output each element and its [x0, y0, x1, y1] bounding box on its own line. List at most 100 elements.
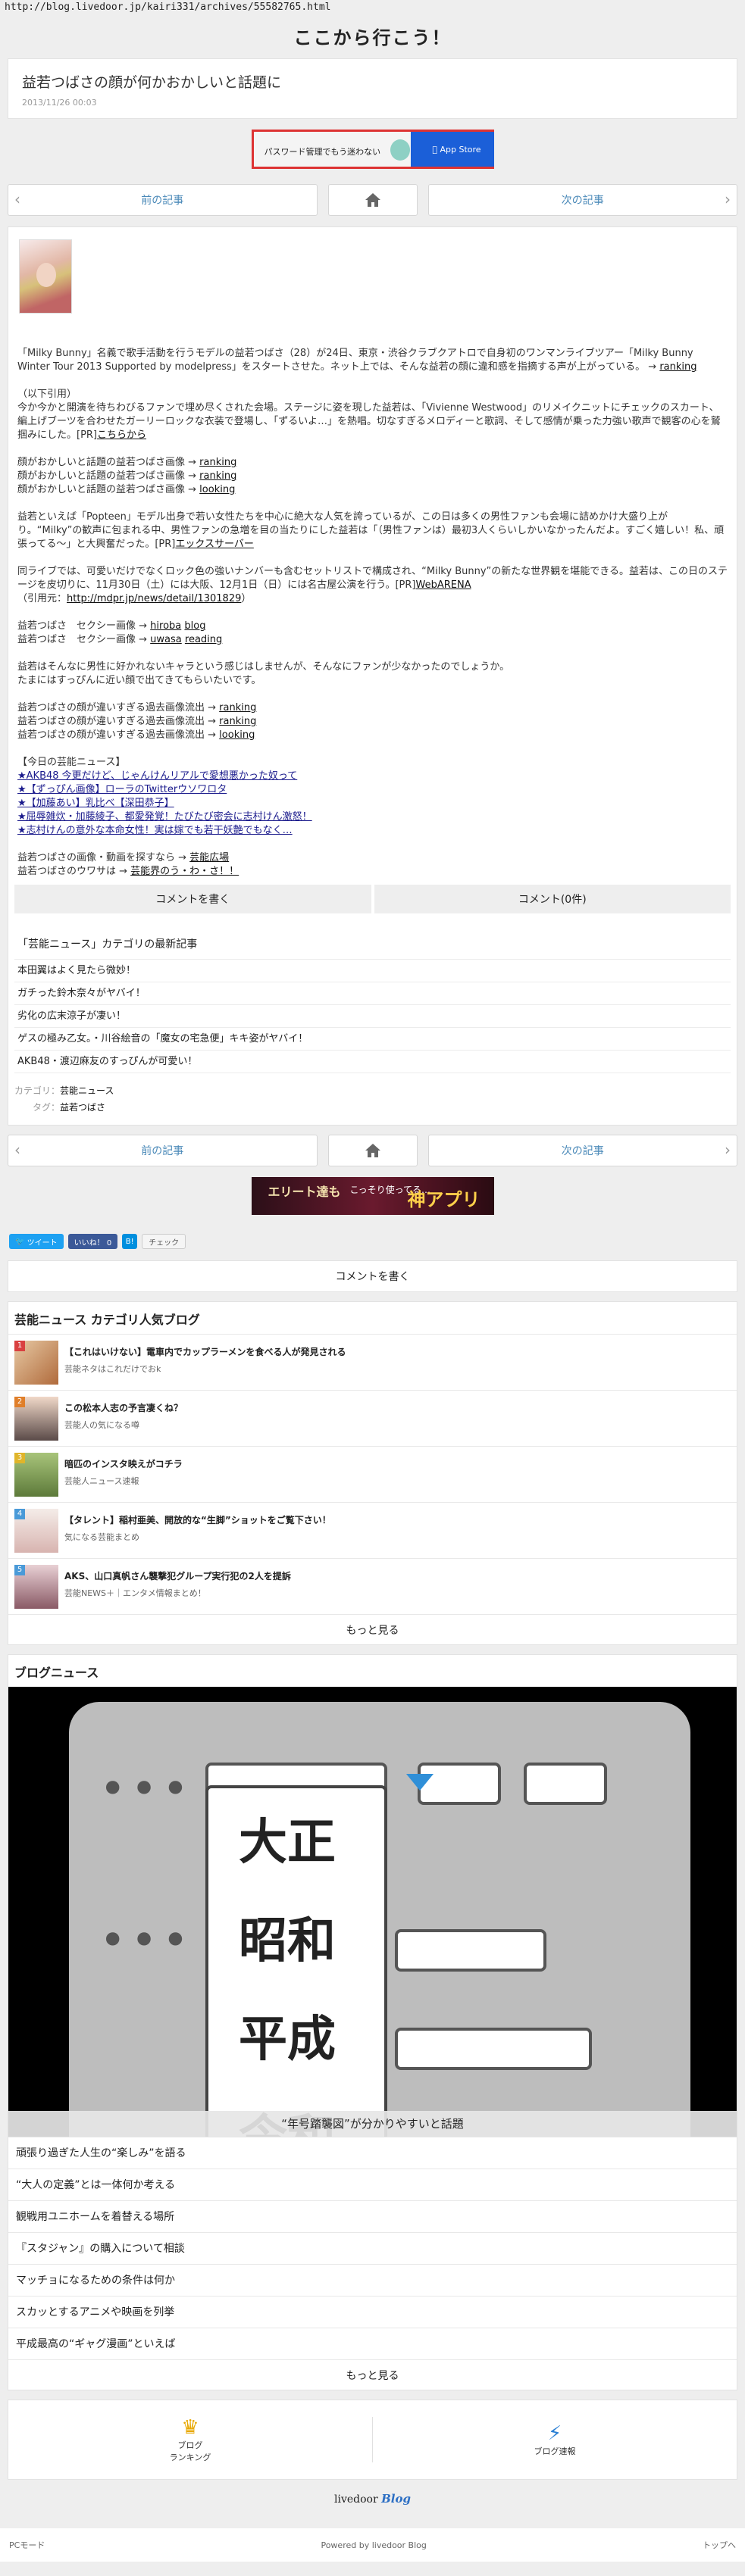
paragraph-intro: 「Milky Bunny」名義で歌手活動を行うモデルの益若つばさ（28）が24日…	[17, 348, 697, 373]
list-item[interactable]: 1 【これはいけない】電車内でカップラーメンを食べる人が発見される 芸能ネタはこ…	[8, 1334, 737, 1390]
tag-row: タグ：益若つばさ	[14, 1099, 731, 1116]
list-item-title: 【これはいけない】電車内でカップラーメンを食べる人が発見される	[64, 1347, 346, 1357]
home-button[interactable]	[327, 1135, 418, 1166]
ranking-link[interactable]: ranking	[219, 716, 256, 727]
uwasa-link[interactable]: uwasa	[150, 634, 182, 645]
list-item[interactable]: 2 この松本人志の予言凄くね？ 芸能人の気になる噂	[8, 1390, 737, 1446]
ad-banner-top[interactable]: パスワード管理でもう迷わない  App Store	[0, 130, 745, 176]
list-item-source: 芸能ネタはこれだけでおk	[64, 1364, 161, 1374]
link-list-3: 益若つばさの顔が違いすぎる過去画像流出 → ranking 益若つばさの顔が違い…	[17, 701, 728, 742]
list-item[interactable]: 『スタジャン』の購入について相談	[8, 2232, 737, 2264]
uwasa-site-link[interactable]: 芸能界のう・わ・さ！！	[130, 866, 239, 877]
next-article-button[interactable]: 次の記事 ›	[427, 184, 737, 216]
text: 益若つばさの顔が違いすぎる過去画像流出 →	[17, 729, 217, 741]
list-item[interactable]: “大人の定義”とは一体何か考える	[8, 2169, 737, 2200]
bottom-bar: PCモード Powered by livedoor Blog トップへ	[0, 2528, 745, 2562]
tag-link[interactable]: 益若つばさ	[60, 1102, 105, 1113]
list-item[interactable]: スカッとするアニメや映画を列挙	[8, 2296, 737, 2328]
next-article-button[interactable]: 次の記事 ›	[427, 1135, 737, 1166]
link-list-2: 益若つばさ セクシー画像 → hiroba blog 益若つばさ セクシー画像 …	[17, 620, 728, 647]
back-to-top-link[interactable]: トップへ	[703, 2539, 736, 2551]
ad-banner-password[interactable]: パスワード管理でもう迷わない  App Store	[251, 130, 494, 169]
paragraph-quote: （以下引用） 今か今かと開演を待ちわびるファンで埋め尽くされた会場。ステージに姿を…	[17, 388, 728, 442]
home-button[interactable]	[327, 184, 418, 216]
source-link[interactable]: http://mdpr.jp/news/detail/1301829	[67, 593, 241, 604]
see-more-button[interactable]: もっと見る	[8, 1614, 737, 1644]
blog-breaking-link[interactable]: ⚡ ブログ速報	[373, 2422, 737, 2457]
category-link[interactable]: 芸能ニュース	[60, 1085, 114, 1096]
today-news-link[interactable]: ★志村けんの意外な本命女性！実は嫁でも若干妖艶でもなく…	[17, 825, 293, 836]
text: 「Milky Bunny」名義で歌手活動を行うモデルの益若つばさ（28）が24日…	[17, 348, 693, 373]
reading-link[interactable]: reading	[185, 634, 222, 645]
text: 顔がおかしいと話題の益若つばさ画像 →	[17, 484, 197, 495]
blog-news-hero[interactable]: ••• ••• 大正 昭和 平成 令和 “年号踏襲図”が分かりやすいと話題	[8, 1687, 737, 2137]
list-item-source: 芸能人ニュース速報	[64, 1476, 139, 1486]
list-item[interactable]: 4 【タレント】稲村亜美、開放的な“生脚”ショットをご覧下さい！ 気になる芸能ま…	[8, 1502, 737, 1558]
chevron-left-icon: ‹	[14, 190, 20, 208]
paragraph-popteen: 益若といえば「Popteen」モデル出身で若い女性たちを中心に絶大な人気を誇って…	[17, 511, 728, 551]
list-item[interactable]: 3 暗匹のインスタ映えがコチラ 芸能人ニュース速報	[8, 1446, 737, 1502]
ad-banner-bottom[interactable]: エリート達も こっそり使ってる… 神アプリ	[0, 1177, 745, 1224]
write-comment-button[interactable]: コメントを書く	[14, 885, 371, 913]
ranking-link[interactable]: ranking	[219, 702, 256, 713]
list-item[interactable]: マッチョになるための条件は何か	[8, 2264, 737, 2296]
see-more-button[interactable]: もっと見る	[8, 2359, 737, 2390]
today-news-link[interactable]: ★【ずっぴん画像】ローラのTwitterウソワロタ	[17, 784, 227, 795]
article-thumbnail[interactable]	[19, 239, 72, 314]
era-label: 平成	[239, 2011, 336, 2068]
chevron-right-icon: ›	[725, 190, 731, 208]
today-news-link[interactable]: ★屈辱雑炊・加藤綾子、都愛発覚！たびたび密会に志村けん激怒！	[17, 811, 312, 823]
text: 益若はそんなに男性に好かれないキャラという感じはしませんが、そんなにファンが少な…	[17, 661, 510, 673]
prev-article-button[interactable]: ‹ 前の記事	[8, 184, 318, 216]
list-item-title: この松本人志の予言凄くね？	[64, 1403, 183, 1413]
geinou-hiroba-link[interactable]: 芸能広場	[189, 852, 229, 863]
hero-caption: “年号踏襲図”が分かりやすいと話題	[8, 2111, 737, 2137]
comment-count-button[interactable]: コメント(0件)	[374, 885, 731, 913]
list-item[interactable]: 本田翼はよく見たら微妙！	[14, 960, 731, 982]
blog-link[interactable]: blog	[184, 620, 205, 632]
list-item[interactable]: 頑張り過ぎた人生の“楽しみ”を語る	[8, 2137, 737, 2169]
hero-illustration: ••• ••• 大正 昭和 平成 令和	[69, 1702, 690, 2137]
ranking-link[interactable]: ranking	[659, 361, 696, 373]
livedoor-blog-logo[interactable]: livedoor Blog	[0, 2492, 745, 2522]
list-item[interactable]: 劣化の広末涼子が凄い！	[14, 1005, 731, 1028]
list-item[interactable]: AKB48・渡辺麻友のすっぴんが可愛い！	[14, 1051, 731, 1073]
ad-banner-app[interactable]: エリート達も こっそり使ってる… 神アプリ	[251, 1177, 494, 1215]
list-item[interactable]: ガチった鈴木奈々がヤバイ！	[14, 982, 731, 1005]
pc-mode-link[interactable]: PCモード	[9, 2539, 45, 2551]
hatena-bookmark-button[interactable]: B!	[122, 1234, 138, 1249]
pr-link[interactable]: WebARENA	[415, 579, 471, 591]
site-title[interactable]: ここから行こう！	[0, 17, 745, 58]
today-news-link[interactable]: ★AKB48 今更だけど、じゃんけんリアルで愛想悪かった奴って	[17, 770, 297, 782]
ranking-link[interactable]: ranking	[199, 470, 236, 482]
rank-badge: 1	[14, 1341, 25, 1351]
blog-ranking-link[interactable]: ♛ ブログ ランキング	[8, 2416, 372, 2463]
ad-text: パスワード管理でもう迷わない	[264, 147, 381, 157]
footer-nav: ♛ ブログ ランキング ⚡ ブログ速報	[8, 2400, 737, 2480]
article-header: 益若つばさの顔が何かおかしいと話題に 2013/11/26 00:03	[8, 58, 737, 119]
next-article-label: 次の記事	[561, 195, 604, 207]
illustration-dropdown: 大正 昭和 平成 令和	[205, 1785, 387, 2137]
today-news-link[interactable]: ★【加藤あい】乳比べ【深田恭子】	[17, 798, 174, 809]
lightning-icon: ⚡	[547, 2422, 562, 2445]
hiroba-link[interactable]: hiroba	[150, 620, 181, 632]
ranking-link[interactable]: ranking	[199, 457, 236, 468]
home-icon	[365, 1144, 380, 1157]
list-item[interactable]: 平成最高の“ギャグ漫画”といえば	[8, 2328, 737, 2359]
text: 益若といえば「Popteen」モデル出身で若い女性たちを中心に絶大な人気を誇って…	[17, 511, 725, 550]
looking-link[interactable]: looking	[219, 729, 255, 741]
write-comment-bar[interactable]: コメントを書く	[8, 1260, 737, 1292]
list-item-title: 暗匹のインスタ映えがコチラ	[64, 1459, 183, 1469]
pr-link[interactable]: こちらから	[97, 429, 146, 441]
facebook-like-button[interactable]: いいね！ 0	[67, 1234, 118, 1249]
prev-article-button[interactable]: ‹ 前の記事	[8, 1135, 318, 1166]
app-store-badge:  App Store	[410, 132, 494, 167]
list-item[interactable]: ゲスの極み乙女。・川谷絵音の「魔女の宅急便」キキ姿がヤバイ！	[14, 1028, 731, 1051]
check-button[interactable]: チェック	[142, 1234, 186, 1249]
list-item[interactable]: 5 AKS、山口真帆さん襲撃犯グループ実行犯の2人を提訴 芸能NEWS＋｜エンタ…	[8, 1558, 737, 1614]
tweet-button[interactable]: 🐦 ツイート	[9, 1234, 64, 1249]
list-item[interactable]: 観戦用ユニホームを着替える場所	[8, 2200, 737, 2232]
chevron-right-icon: ›	[725, 1141, 731, 1159]
looking-link[interactable]: looking	[199, 484, 235, 495]
pr-link[interactable]: エックスサーバー	[175, 539, 253, 550]
